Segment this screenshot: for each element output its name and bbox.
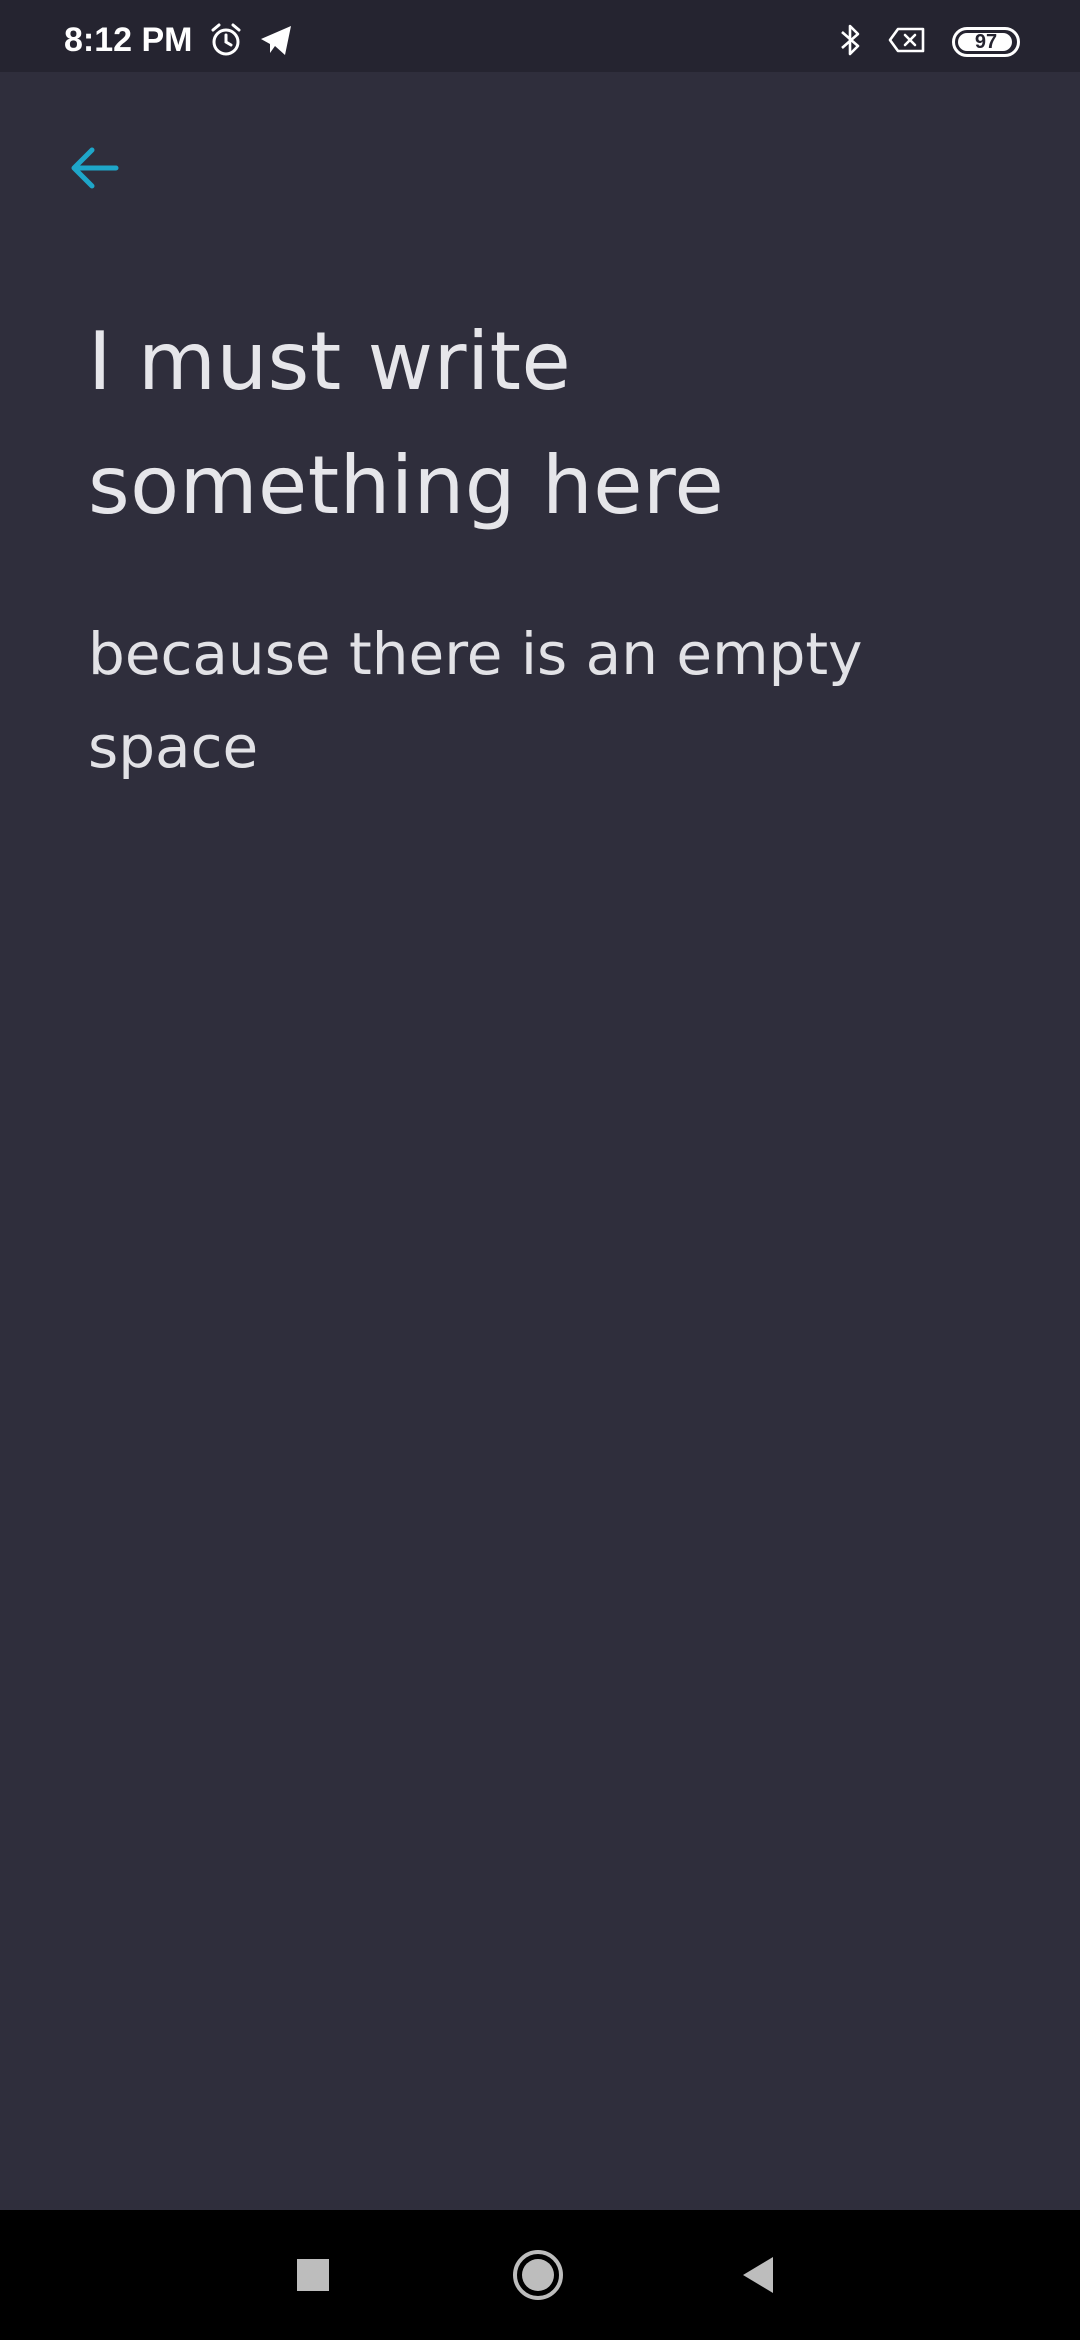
- navigation-bar: [0, 2210, 1080, 2340]
- note-body[interactable]: because there is an empty space: [88, 608, 1008, 794]
- status-bar: 8:12 PM 97: [0, 0, 1080, 72]
- recents-icon: [297, 2259, 329, 2291]
- battery-indicator: 97: [952, 27, 1020, 57]
- bluetooth-icon: [838, 22, 862, 62]
- note-title[interactable]: I must write something here: [88, 300, 1008, 548]
- note-screen: 8:12 PM 97 I must write something here b…: [0, 0, 1080, 2340]
- arrow-left-icon: [71, 147, 119, 189]
- home-button[interactable]: [478, 2210, 598, 2340]
- alarm-icon: [208, 22, 244, 62]
- sim-error-icon: [888, 26, 926, 58]
- home-icon: [513, 2250, 563, 2300]
- back-button[interactable]: [56, 130, 132, 206]
- status-left-icons: [208, 22, 294, 62]
- battery-level-text: 97: [974, 31, 998, 53]
- back-triangle-icon: [743, 2257, 773, 2293]
- telegram-icon: [258, 22, 294, 62]
- nav-back-button[interactable]: [698, 2210, 818, 2340]
- status-time: 8:12 PM: [64, 21, 193, 59]
- status-right-icons: 97: [838, 22, 1020, 62]
- recents-button[interactable]: [253, 2210, 373, 2340]
